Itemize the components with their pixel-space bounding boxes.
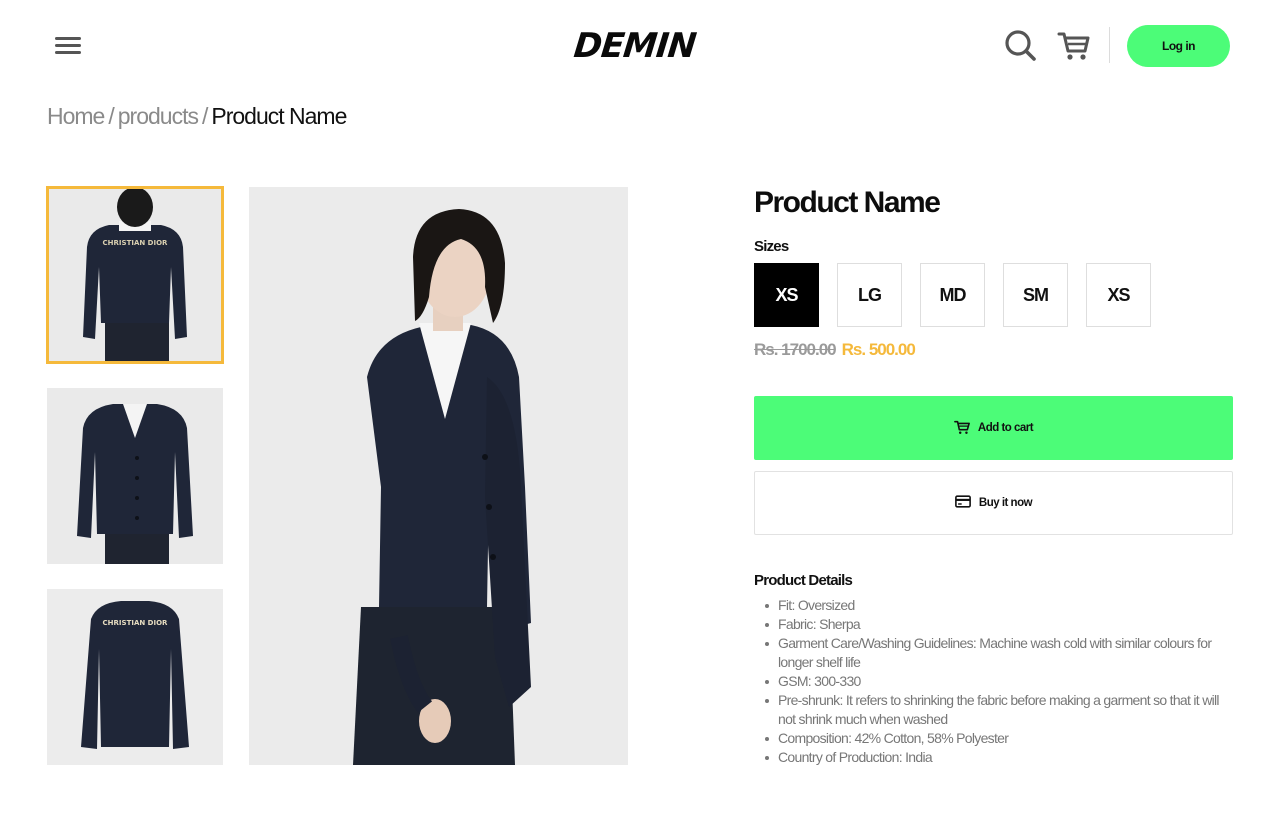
buy-now-button[interactable]: Buy it now [754,471,1233,535]
header-divider [1109,27,1110,63]
detail-country: Country of Production: India [765,748,1233,767]
add-to-cart-button[interactable]: Add to cart [754,396,1233,460]
breadcrumb-separator: / [108,102,114,129]
original-price: Rs. 1700.00 [754,340,837,359]
site-logo[interactable]: DEMIN [572,26,698,66]
price-block: Rs. 1700.00 Rs. 500.00 [754,340,916,360]
sizes-label: Sizes [754,238,789,255]
breadcrumb-home[interactable]: Home [47,103,105,130]
main-product-image [249,187,628,765]
thumbnail-back-worn[interactable]: CHRISTIAN DIOR [46,186,224,364]
thumbnail-back-flat[interactable]: CHRISTIAN DIOR [47,589,223,765]
sale-price: Rs. 500.00 [841,340,916,359]
detail-preshrunk: Pre-shrunk: It refers to shrinking the f… [765,691,1233,729]
product-details-list: Fit: Oversized Fabric: Sherpa Garment Ca… [765,596,1233,767]
site-header: DEMIN Log in [0,0,1280,92]
size-option-xs-2[interactable]: XS [1086,263,1151,327]
cart-icon [953,419,970,438]
print-text: CHRISTIAN DIOR [103,239,168,247]
breadcrumb-current: Product Name [211,102,347,129]
detail-gsm: GSM: 300-330 [765,672,1233,691]
size-option-xs[interactable]: XS [754,263,819,327]
search-icon[interactable] [1003,28,1037,62]
breadcrumb-separator: / [201,102,208,129]
product-title: Product Name [754,186,941,219]
breadcrumb-products[interactable]: products [118,103,199,130]
buy-now-label: Buy it now [978,497,1033,509]
detail-care: Garment Care/Washing Guidelines: Machine… [765,634,1233,672]
detail-composition: Composition: 42% Cotton, 58% Polyester [765,729,1233,748]
cart-icon[interactable] [1057,28,1091,62]
detail-fabric: Fabric: Sherpa [765,615,1233,634]
size-option-md[interactable]: MD [920,263,985,327]
thumbnail-front-worn[interactable] [47,388,223,564]
print-text: CHRISTIAN DIOR [103,619,168,627]
hamburger-menu-icon[interactable] [55,35,81,57]
size-selector: XS LG MD SM XS [754,263,1151,327]
size-option-lg[interactable]: LG [837,263,902,327]
product-details-heading: Product Details [754,572,853,589]
breadcrumb: Home / products / Product Name [47,100,347,132]
size-option-sm[interactable]: SM [1003,263,1068,327]
credit-card-icon [955,495,971,511]
detail-fit: Fit: Oversized [765,596,1233,615]
add-to-cart-label: Add to cart [977,422,1034,434]
login-button[interactable]: Log in [1127,25,1230,67]
